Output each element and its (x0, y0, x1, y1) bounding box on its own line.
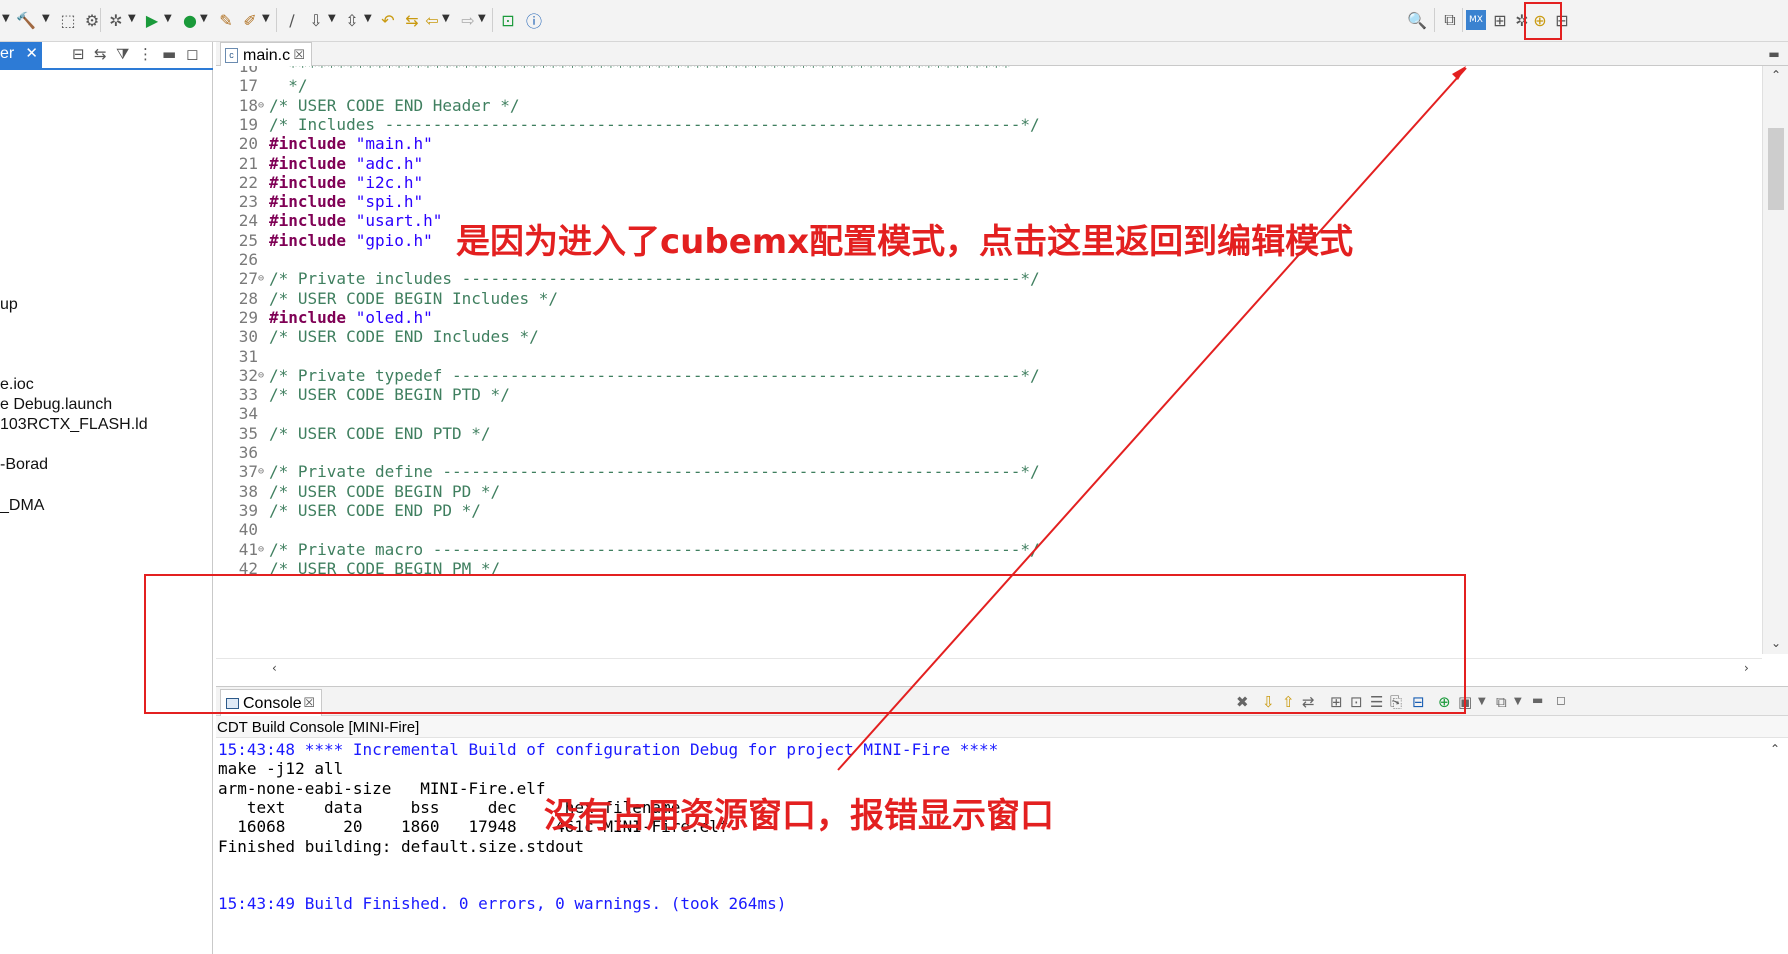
next-annotation-icon[interactable]: ⇳ (340, 8, 364, 32)
c-cpp-icon[interactable]: ⊞ (1488, 8, 1512, 32)
scroll-thumb[interactable] (1768, 128, 1784, 210)
project-explorer-tab-label: er (0, 45, 15, 62)
run-dropdown-icon[interactable]: ▼ (164, 13, 174, 27)
annotation-console-box (144, 574, 1466, 714)
back-icon[interactable]: ⇦ (420, 8, 444, 32)
main-toolbar: ▼ 🔨 ▼ ⬚ ⚙ ✲ ▼ ▶ ▼ ● ▼ ✎ ✐ ▼ ∕ ⇩ ▼ ⇳ ▼ ↶ … (0, 0, 1788, 42)
annotation-icon[interactable]: ⇩ (304, 8, 328, 32)
debug-icon[interactable]: ✲ (104, 8, 128, 32)
tree-item[interactable]: e Debug.launch (0, 396, 112, 414)
console-line: Finished building: default.size.stdout (218, 836, 585, 856)
annotation-highlight-box (1524, 2, 1562, 40)
console-vertical-scrollbar[interactable]: ⌃ (1762, 738, 1788, 954)
fold-toggle-icon[interactable]: ⊖ (258, 539, 264, 561)
scroll-down-icon[interactable]: ⌄ (1771, 636, 1781, 650)
binary-icon[interactable]: ⬚ (56, 8, 80, 32)
annotation-top-note: 是因为进入了cubemx配置模式，点击这里返回到编辑模式 (456, 222, 1354, 262)
build-icon[interactable]: 🔨 (14, 8, 38, 32)
code-text: /* USER CODE END Includes */ (269, 327, 539, 347)
external-tools-icon[interactable]: ● (178, 8, 202, 32)
tree-item[interactable]: _DMA (0, 497, 44, 515)
perspective-icon[interactable]: ⧉ (1438, 8, 1462, 32)
edit-dropdown-icon[interactable]: ▼ (262, 13, 272, 27)
project-explorer: er ✕ ⊟ ⇆ ⧩ ⋮ ▬ ◻ up e.ioc e Debug.launch… (0, 42, 213, 954)
fold-toggle-icon[interactable]: ⊖ (258, 365, 264, 387)
close-icon[interactable]: ✕ (25, 44, 38, 62)
back-dropdown-icon[interactable]: ▼ (442, 13, 452, 27)
cubemx-icon[interactable]: MX (1466, 10, 1486, 30)
annotation-bottom-note: 没有占用资源窗口，报错显示窗口 (544, 796, 1054, 836)
editor-vertical-scrollbar[interactable]: ⌃ ⌄ (1762, 66, 1788, 654)
code-editor[interactable]: 16 *************************************… (216, 66, 1762, 654)
console-output[interactable]: 15:43:48 **** Incremental Build of confi… (216, 738, 1762, 954)
minimize-icon[interactable]: ▬ (1762, 42, 1786, 66)
tab-main-c-label: main.c (243, 47, 291, 64)
collapse-all-icon[interactable]: ⊟ (72, 45, 85, 63)
new-window-icon[interactable]: ⊡ (496, 8, 520, 32)
view-menu-icon[interactable]: ⋮ (138, 45, 153, 63)
next-annotation-dropdown-icon[interactable]: ▼ (364, 13, 374, 27)
tab-main-c[interactable]: c main.c ☒ (220, 42, 312, 67)
code-text: /* USER CODE END PD */ (269, 500, 481, 520)
debug-dropdown-icon[interactable]: ▼ (128, 13, 138, 27)
tree-item[interactable]: up (0, 296, 18, 314)
fold-toggle-icon[interactable]: ⊖ (258, 461, 264, 483)
minimize-icon[interactable]: ▬ (162, 45, 176, 63)
open-type-icon[interactable]: ✎ (214, 8, 238, 32)
tree-item[interactable]: e.ioc (0, 376, 34, 394)
dropdown-caret-icon[interactable]: ▼ (1478, 696, 1486, 707)
c-file-icon: c (225, 48, 238, 63)
console-title: CDT Build Console [MINI-Fire] (216, 716, 1788, 738)
code-text: /* USER CODE BEGIN PTD */ (269, 385, 510, 405)
fold-toggle-icon[interactable]: ⊖ (258, 95, 264, 117)
tree-item[interactable]: -Borad (0, 456, 48, 474)
new-console-icon[interactable]: ⧉ (1496, 693, 1507, 711)
close-icon[interactable]: ☒ (293, 47, 305, 63)
project-explorer-tab[interactable]: er ✕ (0, 42, 42, 68)
tree-item[interactable]: 103RCTX_FLASH.ld (0, 416, 148, 434)
build-dropdown-icon[interactable]: ▼ (42, 13, 52, 27)
search-icon[interactable]: 🔍 (1405, 8, 1429, 32)
maximize-icon[interactable]: ◻ (186, 45, 198, 63)
dropdown-caret-icon[interactable]: ▼ (2, 13, 12, 27)
code-text: /* USER CODE END PTD */ (269, 423, 491, 443)
code-text: ****************************************… (269, 66, 1011, 76)
scroll-up-icon[interactable]: ⌃ (1771, 68, 1781, 82)
console-line: 15:43:49 Build Finished. 0 errors, 0 war… (218, 894, 787, 914)
external-tools-dropdown-icon[interactable]: ▼ (200, 13, 210, 27)
minimize-icon[interactable]: ▬ (1532, 693, 1543, 707)
edit-icon[interactable]: ✐ (238, 8, 262, 32)
editor-tabbar: c main.c ☒ ▬ (216, 42, 1788, 67)
pen-icon[interactable]: ∕ (280, 8, 304, 32)
filter-icon[interactable]: ⧩ (116, 45, 129, 63)
annotation-dropdown-icon[interactable]: ▼ (328, 13, 338, 27)
maximize-icon[interactable]: ◻ (1556, 693, 1566, 707)
fold-toggle-icon[interactable]: ⊖ (258, 268, 264, 290)
scroll-up-icon[interactable]: ⌃ (1770, 742, 1780, 756)
code-text: #include "gpio.h" (269, 230, 433, 250)
scroll-right-icon[interactable]: › (1744, 661, 1749, 675)
info-icon[interactable]: ⓘ (522, 8, 546, 32)
dropdown-caret-icon[interactable]: ▼ (1514, 696, 1522, 707)
forward-icon[interactable]: ⇨ (456, 8, 480, 32)
forward-dropdown-icon[interactable]: ▼ (478, 13, 488, 27)
run-icon[interactable]: ▶ (140, 8, 164, 32)
last-edit-icon[interactable]: ↶ (376, 8, 400, 32)
link-editor-icon[interactable]: ⇆ (94, 45, 107, 63)
